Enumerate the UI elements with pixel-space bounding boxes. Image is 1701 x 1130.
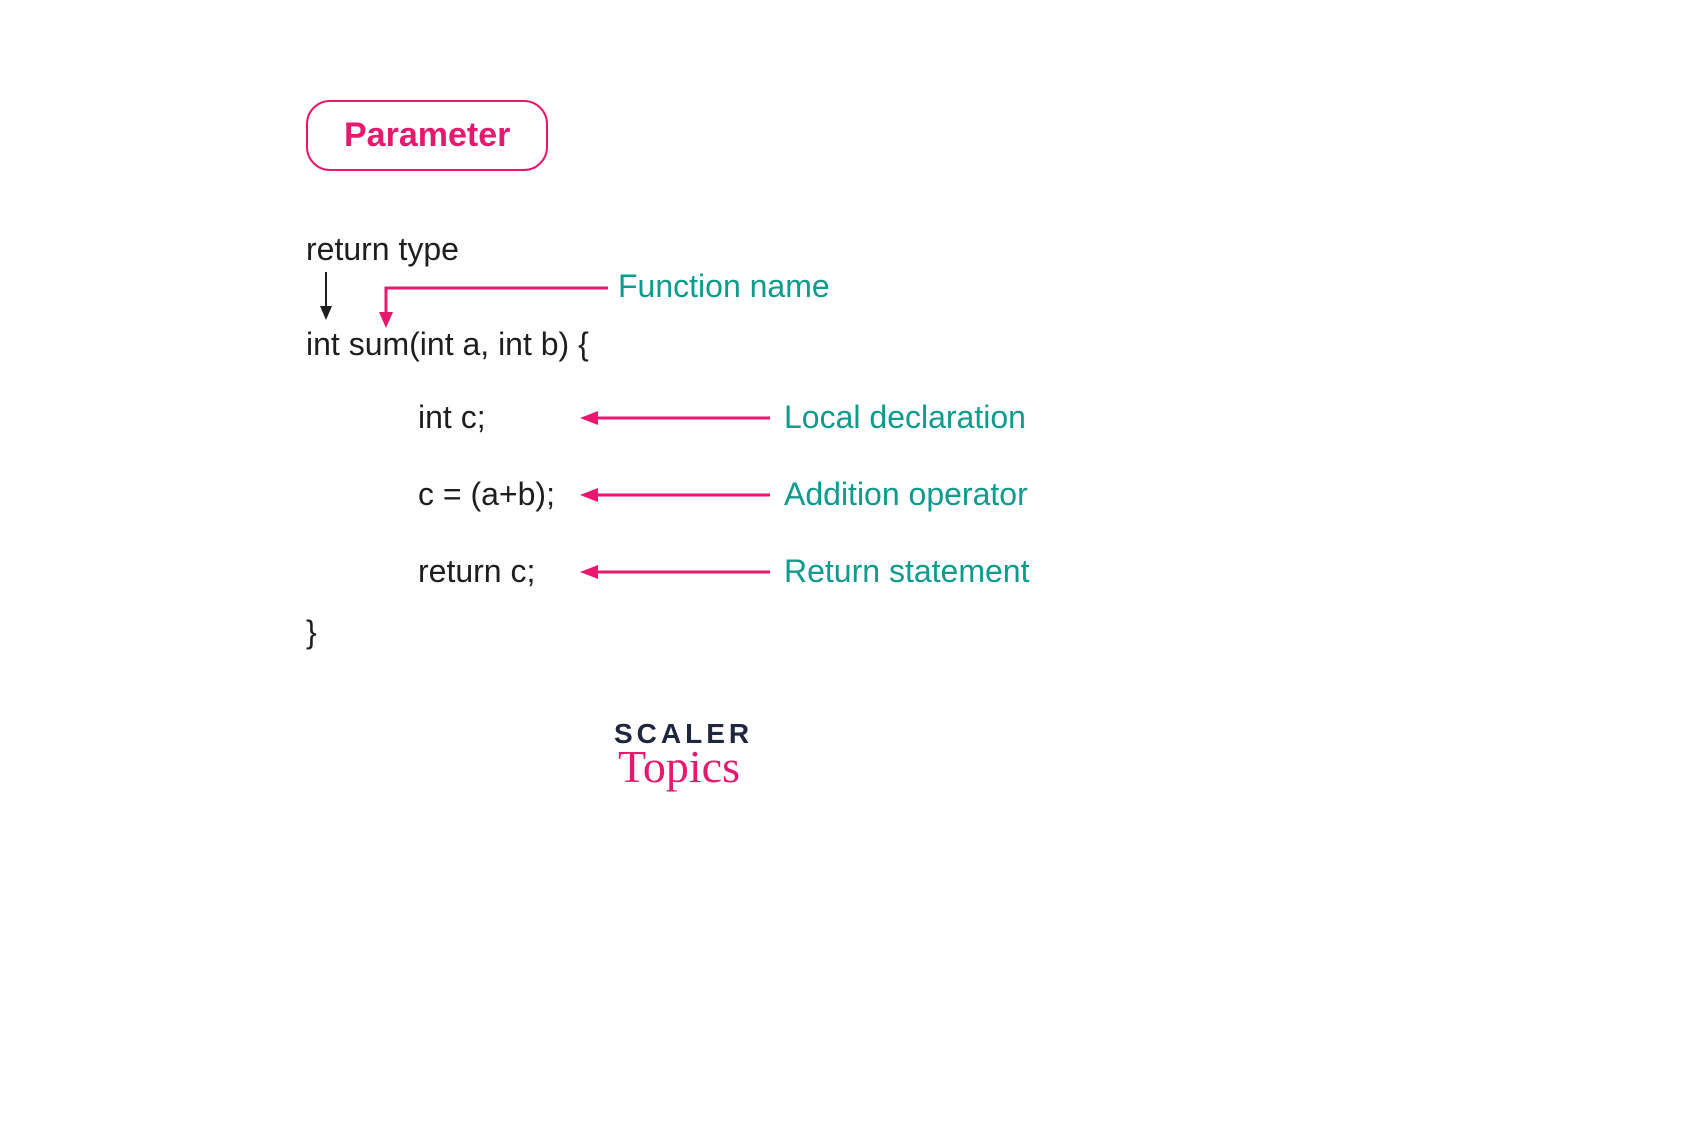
parameter-badge-label: Parameter	[344, 116, 510, 154]
function-name-label: Function name	[618, 268, 830, 305]
arrow-function-name-icon	[378, 280, 618, 330]
code-line1: int c;	[418, 399, 486, 436]
local-declaration-label: Local declaration	[784, 399, 1026, 436]
return-statement-label: Return statement	[784, 553, 1029, 590]
scaler-topics-logo: SCALER Topics	[614, 718, 744, 793]
logo-topics-text: Topics	[614, 740, 744, 793]
arrow-return-statement-icon	[580, 564, 780, 584]
arrow-addition-operator-icon	[580, 487, 780, 507]
code-line2: c = (a+b);	[418, 476, 555, 513]
code-line3: return c;	[418, 553, 535, 590]
code-close-brace: }	[306, 614, 317, 651]
addition-operator-label: Addition operator	[784, 476, 1028, 513]
arrow-local-declaration-icon	[580, 410, 780, 430]
parameter-badge: Parameter	[306, 100, 548, 171]
code-signature: int sum(int a, int b) {	[306, 326, 589, 363]
arrow-return-type-icon	[320, 272, 340, 322]
return-type-label: return type	[306, 231, 459, 268]
